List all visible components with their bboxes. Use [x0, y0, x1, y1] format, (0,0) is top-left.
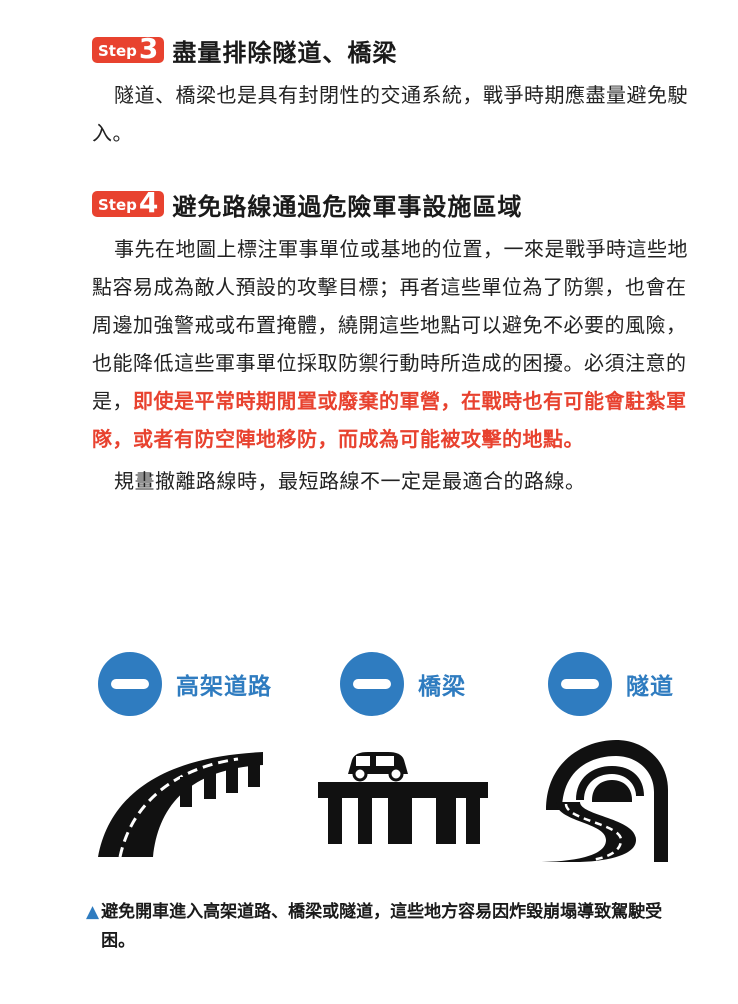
elevated-road-icon: [98, 752, 263, 857]
step4-paragraph2: 規畫撤離路線時，最短路線不一定是最適合的路線。: [114, 469, 586, 493]
step3-badge-number: 3: [138, 32, 159, 65]
icon-label-bridge: 橋梁: [340, 652, 466, 716]
step4-badge: Step 4: [92, 186, 165, 219]
figure-caption: ▲ 避免開車進入高架道路、橋梁或隧道，這些地方容易因炸毀崩塌導致駕駛受困。: [86, 898, 696, 956]
step4-paragraph-highlight: 即使是平常時期閒置或廢棄的軍營，在戰時也有可能會駐紮軍隊，或者有防空陣地移防，而…: [92, 389, 687, 451]
step3-title: 盡量排除隧道、橋梁: [172, 38, 398, 67]
step4-badge-number: 4: [138, 186, 159, 219]
triangle-marker-icon: ▲: [86, 902, 100, 922]
step3-header: Step 3 盡量排除隧道、橋梁: [92, 30, 692, 70]
icon-label-tunnel: 隧道: [548, 652, 674, 716]
label-elevated-road: 高架道路: [176, 674, 272, 700]
step4-section: Step 4 避免路線通過危險軍事設施區域 事先在地圖上標注軍事單位或基地的位置…: [92, 184, 692, 500]
step4-paragraph: 事先在地圖上標注軍事單位或基地的位置，一來是戰爭時這些地點容易成為敵人預設的攻擊…: [92, 230, 692, 458]
step3-paragraph: 隧道、橋梁也是具有封閉性的交通系統，戰爭時期應盡量避免駛入。: [92, 83, 688, 145]
caption-text: 避免開車進入高架道路、橋梁或隧道，這些地方容易因炸毀崩塌導致駕駛受困。: [101, 902, 663, 951]
step4-header: Step 4 避免路線通過危險軍事設施區域: [92, 184, 692, 224]
minus-circle-icon: [98, 652, 162, 716]
icon-label-elevated-road: 高架道路: [98, 652, 272, 716]
minus-circle-icon: [548, 652, 612, 716]
step3-section: Step 3 盡量排除隧道、橋梁 隧道、橋梁也是具有封閉性的交通系統，戰爭時期應…: [92, 30, 692, 152]
label-tunnel: 隧道: [626, 674, 674, 700]
label-bridge: 橋梁: [418, 674, 466, 700]
step4-title: 避免路線通過危險軍事設施區域: [172, 192, 523, 221]
bridge-icon: [318, 752, 488, 844]
step3-badge: Step 3: [92, 32, 165, 65]
step4-badge-word: Step: [98, 196, 137, 214]
step3-badge-word: Step: [98, 42, 137, 60]
step4-paragraph-text: 事先在地圖上標注軍事單位或基地的位置，一來是戰爭時這些地點容易成為敵人預設的攻擊…: [92, 237, 688, 413]
icons-row: 高架道路 橋梁 隧道: [0, 652, 738, 872]
tunnel-icon: [536, 740, 668, 862]
minus-circle-icon: [340, 652, 404, 716]
